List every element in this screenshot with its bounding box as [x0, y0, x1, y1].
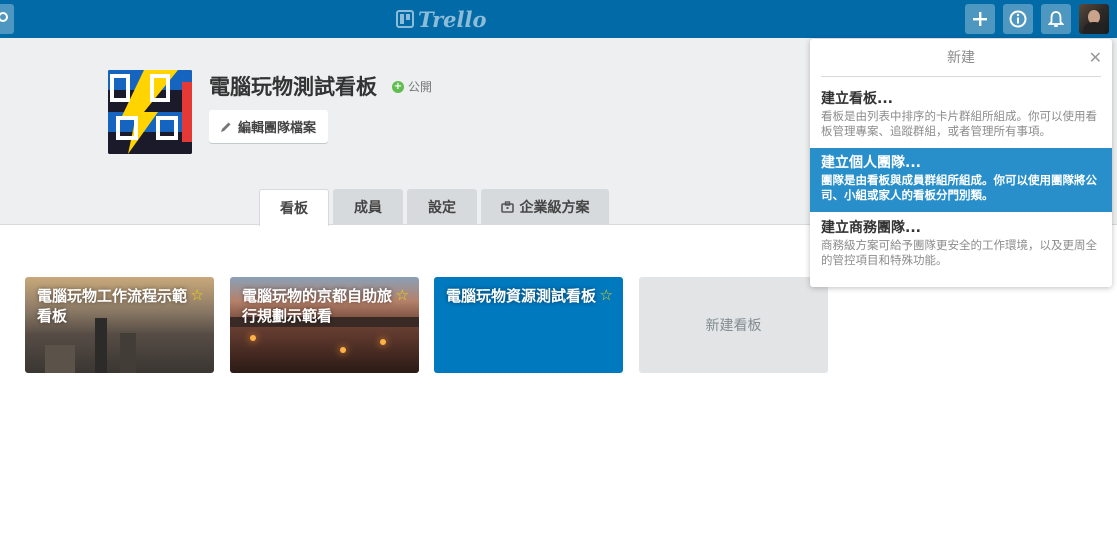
- visibility-label: 公開: [408, 80, 433, 94]
- info-button[interactable]: [1003, 4, 1033, 34]
- create-board-option[interactable]: 建立看板... 看板是由列表中排序的卡片群組所組成。你可以使用看板管理專案、追蹤…: [810, 89, 1112, 145]
- star-icon[interactable]: ☆: [191, 286, 204, 304]
- tab-settings[interactable]: 設定: [407, 189, 477, 225]
- top-header: Trello: [0, 0, 1117, 38]
- option-heading: 建立個人團隊...: [821, 155, 921, 171]
- option-description: 商務級方案可給予團隊更安全的工作環境，以及更周全的管控項目和特殊功能。: [821, 238, 1097, 267]
- public-globe-icon: +: [392, 80, 404, 93]
- team-logo: [108, 70, 192, 154]
- tab-boards-label: 看板: [280, 201, 308, 217]
- tab-members-label: 成員: [354, 200, 382, 216]
- tab-enterprise-label: 企業級方案: [519, 200, 590, 216]
- board-title: 電腦玩物的京都自助旅行規劃示範看: [242, 287, 393, 325]
- business-icon: [500, 201, 514, 213]
- plus-icon: [973, 12, 987, 26]
- option-heading: 建立商務團隊...: [821, 220, 921, 236]
- notifications-button[interactable]: [1041, 4, 1071, 34]
- add-button[interactable]: [965, 4, 995, 34]
- create-new-board-label: 新建看板: [705, 318, 762, 334]
- tab-enterprise[interactable]: 企業級方案: [481, 189, 609, 225]
- trello-logo[interactable]: Trello: [396, 6, 487, 32]
- option-description: 團隊是由看板與成員群組所組成。你可以使用團隊將公司、小組或家人的看板分門別類。: [821, 173, 1097, 202]
- divider: [821, 76, 1101, 77]
- trello-board-icon: [396, 10, 414, 28]
- board-title: 電腦玩物資源測試看板: [446, 287, 597, 305]
- tab-settings-label: 設定: [428, 200, 456, 216]
- edit-team-profile-label: 編輯團隊檔案: [238, 121, 317, 136]
- logo-text: Trello: [418, 6, 487, 32]
- star-icon[interactable]: ☆: [396, 286, 409, 304]
- search-icon: [0, 12, 8, 22]
- edit-team-profile-button[interactable]: 編輯團隊檔案: [209, 110, 329, 143]
- team-name: 電腦玩物測試看板: [209, 75, 377, 99]
- option-heading: 建立看板...: [821, 91, 893, 107]
- pencil-icon: [221, 122, 231, 132]
- board-tile[interactable]: 電腦玩物資源測試看板 ☆: [434, 277, 623, 373]
- tab-boards[interactable]: 看板: [259, 189, 329, 226]
- visibility-badge[interactable]: + 公開: [392, 78, 432, 95]
- bell-icon: [1048, 10, 1064, 27]
- create-menu-popover: 新建 ✕ 建立看板... 看板是由列表中排序的卡片群組所組成。你可以使用看板管理…: [810, 39, 1112, 287]
- board-tile[interactable]: 電腦玩物工作流程示範看板 ☆: [25, 277, 214, 373]
- search-button[interactable]: [0, 4, 14, 34]
- create-new-board-tile[interactable]: 新建看板: [639, 277, 828, 373]
- option-description: 看板是由列表中排序的卡片群組所組成。你可以使用看板管理專案、追蹤群組，或者管理所…: [821, 109, 1097, 138]
- create-personal-team-option[interactable]: 建立個人團隊... 團隊是由看板與成員群組所組成。你可以使用團隊將公司、小組或家…: [810, 148, 1112, 212]
- tab-members[interactable]: 成員: [333, 189, 403, 225]
- star-icon[interactable]: ☆: [600, 286, 613, 304]
- close-icon[interactable]: ✕: [1089, 49, 1102, 67]
- board-tile[interactable]: 電腦玩物的京都自助旅行規劃示範看 ☆: [230, 277, 419, 373]
- board-title: 電腦玩物工作流程示範看板: [37, 287, 188, 325]
- popover-title: 新建: [947, 50, 975, 66]
- info-icon: [1009, 10, 1027, 28]
- avatar[interactable]: [1079, 4, 1109, 34]
- create-business-team-option[interactable]: 建立商務團隊... 商務級方案可給予團隊更安全的工作環境，以及更周全的管控項目和…: [810, 218, 1112, 274]
